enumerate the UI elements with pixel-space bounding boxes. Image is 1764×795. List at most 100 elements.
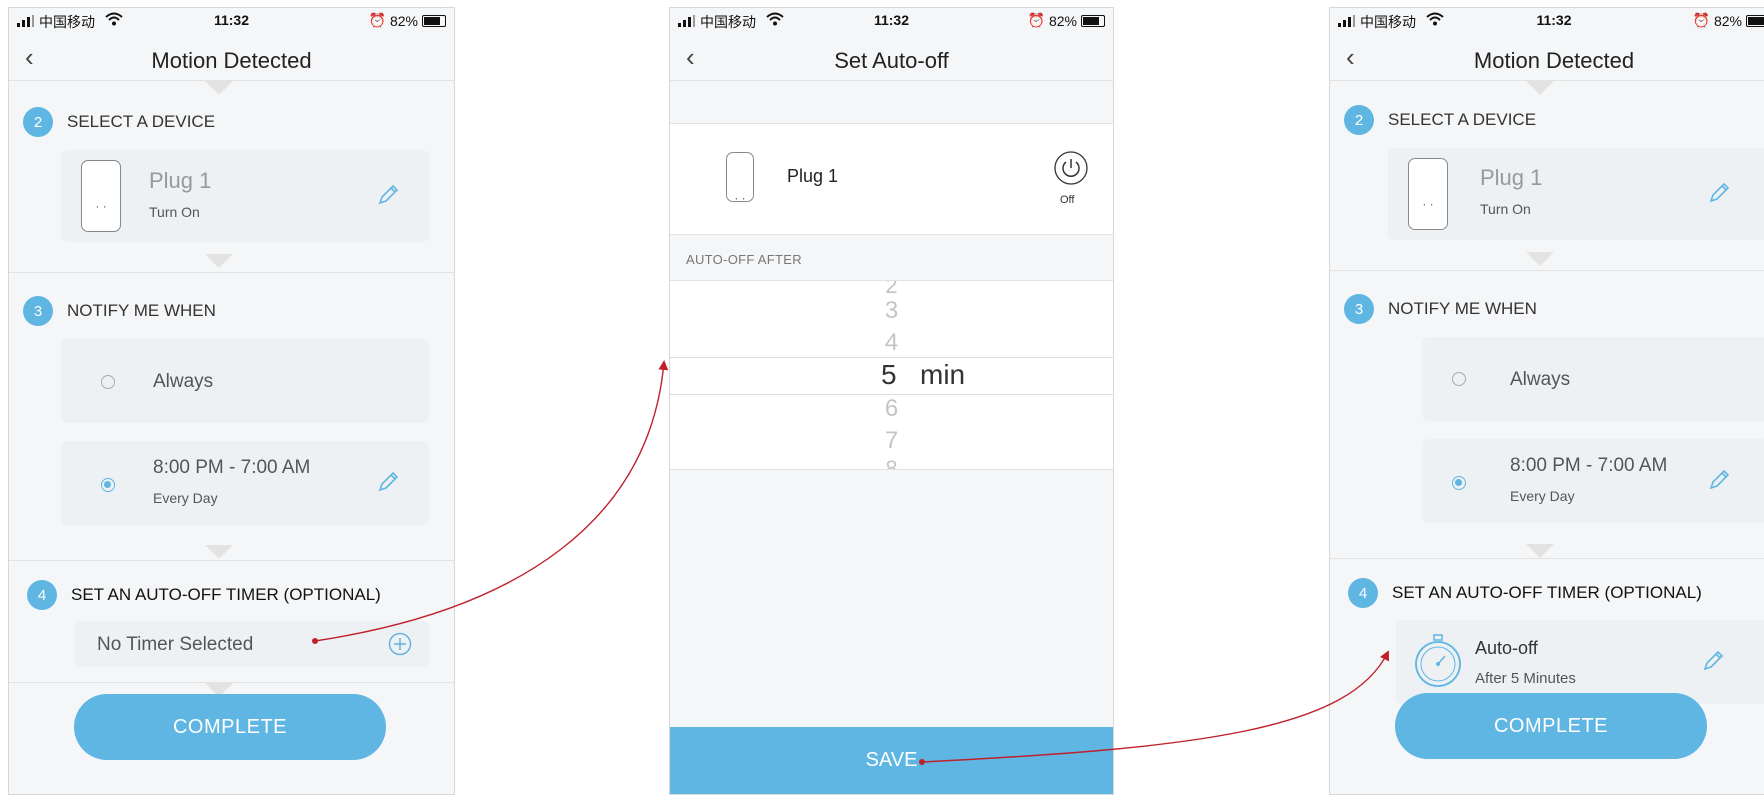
- nav-bar: ‹ Set Auto-off: [670, 34, 1113, 81]
- screen-motion-detected-after: 中国移动 11:32 ⏰ 82% ‹ Motion Detected 2 SELE…: [1329, 7, 1764, 795]
- device-row: Plug 1 Off: [670, 124, 1113, 234]
- battery-icon: [1081, 14, 1105, 27]
- step-label: SET AN AUTO-OFF TIMER (OPTIONAL): [1392, 583, 1702, 602]
- step-label: SELECT A DEVICE: [67, 112, 216, 131]
- picker-value: 8: [885, 456, 898, 469]
- radio-button[interactable]: [1452, 372, 1466, 386]
- nav-bar: ‹ Motion Detected: [1330, 34, 1764, 81]
- option-always[interactable]: Always: [61, 339, 429, 423]
- power-icon[interactable]: [1053, 150, 1089, 186]
- complete-button[interactable]: COMPLETE: [1395, 693, 1707, 759]
- device-name: Plug 1: [1480, 165, 1543, 190]
- step-label: NOTIFY ME WHEN: [1388, 299, 1537, 318]
- divider: [1330, 558, 1764, 559]
- step-label: SET AN AUTO-OFF TIMER (OPTIONAL): [71, 585, 381, 604]
- timer-card[interactable]: Auto-off After 5 Minutes: [1396, 620, 1764, 704]
- pencil-edit-icon[interactable]: [375, 182, 401, 208]
- screen-set-auto-off: 中国移动 11:32 ⏰82% ‹ Set Auto-off Plug 1 Of…: [669, 7, 1114, 795]
- step-number-badge: 2: [23, 107, 53, 137]
- minute-picker[interactable]: 2 3 4 5 min 6 7 8: [670, 281, 1113, 469]
- divider: [670, 234, 1113, 235]
- step-number-badge: 3: [23, 296, 53, 326]
- timer-sub: After 5 Minutes: [1475, 670, 1576, 687]
- picker-value: 4: [884, 329, 899, 356]
- device-card[interactable]: Plug 1 Turn On: [61, 150, 429, 242]
- step-3-header: 3 NOTIFY ME WHEN: [1344, 294, 1537, 324]
- option-time-range[interactable]: 8:00 PM - 7:00 AM Every Day: [1422, 439, 1764, 523]
- picker-value: 3: [884, 297, 899, 324]
- picker-value: 7: [884, 427, 899, 454]
- battery-icon: [1746, 14, 1764, 27]
- picker-unit: min: [920, 359, 966, 390]
- section-notch: [205, 254, 233, 268]
- timer-label: Auto-off: [1475, 638, 1538, 658]
- page-title: Motion Detected: [151, 48, 312, 73]
- option-always[interactable]: Always: [1422, 337, 1764, 421]
- section-notch: [205, 545, 233, 559]
- step-label: SELECT A DEVICE: [1388, 110, 1537, 129]
- pencil-edit-icon[interactable]: [375, 469, 401, 495]
- battery-percent: 82%: [389, 12, 418, 29]
- option-time-range[interactable]: 8:00 PM - 7:00 AM Every Day: [61, 441, 429, 525]
- smart-plug-icon: [1408, 158, 1448, 230]
- alarm-icon: ⏰: [1692, 12, 1710, 28]
- section-label: AUTO-OFF AFTER: [686, 252, 802, 267]
- divider: [9, 272, 454, 273]
- step-label: NOTIFY ME WHEN: [67, 301, 216, 320]
- option-label: 8:00 PM - 7:00 AM: [1510, 455, 1668, 476]
- status-bar: 中国移动 11:32 ⏰ 82%: [1330, 8, 1764, 34]
- radio-button[interactable]: [101, 375, 115, 389]
- step-4-header: 4 SET AN AUTO-OFF TIMER (OPTIONAL): [1348, 578, 1702, 608]
- section-notch: [1526, 81, 1554, 95]
- device-action: Turn On: [1480, 201, 1531, 217]
- pencil-edit-icon[interactable]: [1700, 648, 1726, 674]
- complete-button[interactable]: COMPLETE: [74, 694, 386, 760]
- step-2-header: 2 SELECT A DEVICE: [23, 107, 215, 137]
- status-bar: 中国移动 11:32 ⏰ 82%: [9, 8, 454, 34]
- step-number-badge: 3: [1344, 294, 1374, 324]
- step-4-header: 4 SET AN AUTO-OFF TIMER (OPTIONAL): [27, 580, 381, 610]
- page-title: Set Auto-off: [834, 48, 949, 73]
- pencil-edit-icon[interactable]: [1706, 180, 1732, 206]
- divider: [9, 560, 454, 561]
- pencil-edit-icon[interactable]: [1706, 467, 1732, 493]
- step-number-badge: 2: [1344, 105, 1374, 135]
- smart-plug-icon: [81, 160, 121, 232]
- stopwatch-icon: [1415, 634, 1461, 687]
- smart-plug-icon: [726, 152, 754, 205]
- screen-motion-detected-before: 中国移动 11:32 ⏰ 82% ‹ Motion Detected 2 SELE…: [8, 7, 455, 795]
- device-name: Plug 1: [787, 166, 839, 186]
- option-sub: Every Day: [153, 490, 218, 506]
- option-label: 8:00 PM - 7:00 AM: [153, 457, 311, 478]
- step-number-badge: 4: [27, 580, 57, 610]
- timer-label: No Timer Selected: [97, 634, 254, 655]
- alarm-icon: ⏰: [1027, 12, 1045, 28]
- picker-selected-value: 5: [881, 359, 897, 390]
- divider: [1330, 270, 1764, 271]
- device-card[interactable]: Plug 1 Turn On: [1388, 148, 1764, 240]
- radio-button-selected[interactable]: [101, 478, 115, 492]
- save-button[interactable]: SAVE: [670, 727, 1113, 794]
- add-circle-icon[interactable]: [388, 632, 412, 656]
- picker-value: 6: [884, 395, 899, 422]
- radio-button-selected[interactable]: [1452, 476, 1466, 490]
- page-title: Motion Detected: [1473, 48, 1635, 73]
- battery-percent: 82%: [1048, 12, 1077, 29]
- power-state: Off: [1060, 194, 1075, 206]
- step-3-header: 3 NOTIFY ME WHEN: [23, 296, 216, 326]
- device-action: Turn On: [149, 204, 200, 220]
- option-label: Always: [153, 371, 214, 392]
- section-notch: [205, 81, 233, 95]
- status-bar: 中国移动 11:32 ⏰ 82%: [670, 8, 1113, 34]
- section-notch: [1526, 544, 1554, 558]
- timer-card[interactable]: No Timer Selected: [75, 621, 429, 667]
- option-sub: Every Day: [1510, 488, 1575, 504]
- battery-icon: [422, 14, 446, 27]
- divider: [670, 469, 1113, 470]
- device-name: Plug 1: [149, 168, 212, 193]
- step-2-header: 2 SELECT A DEVICE: [1344, 105, 1536, 135]
- option-label: Always: [1510, 369, 1571, 390]
- step-number-badge: 4: [1348, 578, 1378, 608]
- battery-percent: 82%: [1713, 12, 1742, 29]
- nav-bar: ‹ Motion Detected: [9, 34, 454, 81]
